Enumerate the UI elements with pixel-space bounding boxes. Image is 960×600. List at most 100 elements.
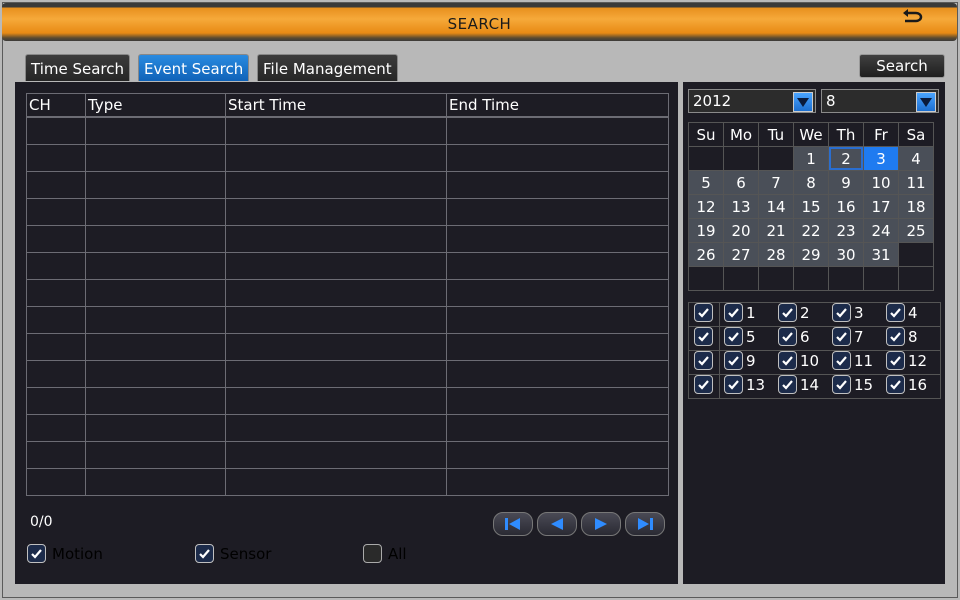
channel-checkbox[interactable]: [832, 303, 851, 322]
channel-item[interactable]: 9: [724, 351, 778, 370]
channel-item[interactable]: 14: [778, 375, 832, 394]
calendar-day[interactable]: 26: [688, 242, 724, 267]
table-row[interactable]: [26, 144, 669, 172]
channel-item[interactable]: 13: [724, 375, 778, 394]
channel-item[interactable]: 11: [832, 351, 886, 370]
channel-checkbox[interactable]: [724, 303, 743, 322]
channel-checkbox[interactable]: [832, 375, 851, 394]
chevron-down-icon[interactable]: [916, 92, 936, 112]
filter-sensor[interactable]: Sensor: [195, 544, 271, 563]
calendar-day[interactable]: 16: [828, 194, 864, 219]
tab-time-search[interactable]: Time Search: [25, 54, 131, 81]
calendar-day[interactable]: 15: [793, 194, 829, 219]
tab-file-management[interactable]: File Management: [257, 54, 398, 81]
calendar-day[interactable]: 3: [863, 146, 899, 171]
channel-item[interactable]: 16: [886, 375, 940, 394]
channel-checkbox[interactable]: [778, 303, 797, 322]
all-checkbox[interactable]: [363, 544, 382, 563]
calendar-day[interactable]: 21: [758, 218, 794, 243]
channel-checkbox[interactable]: [724, 327, 743, 346]
calendar-day[interactable]: 1: [793, 146, 829, 171]
calendar-day[interactable]: 9: [828, 170, 864, 195]
channel-checkbox[interactable]: [832, 327, 851, 346]
channel-item[interactable]: 3: [832, 303, 886, 322]
calendar-day[interactable]: 17: [863, 194, 899, 219]
calendar-day[interactable]: 2: [828, 146, 864, 171]
calendar-day[interactable]: 14: [758, 194, 794, 219]
calendar-day[interactable]: 29: [793, 242, 829, 267]
channel-item[interactable]: 12: [886, 351, 940, 370]
motion-checkbox[interactable]: [27, 544, 46, 563]
first-page-button[interactable]: [493, 512, 533, 536]
chevron-down-icon[interactable]: [793, 92, 813, 112]
row-all-checkbox[interactable]: [694, 375, 713, 394]
table-row[interactable]: [26, 306, 669, 334]
channel-item[interactable]: 2: [778, 303, 832, 322]
table-row[interactable]: [26, 360, 669, 388]
table-row[interactable]: [26, 441, 669, 469]
calendar-day[interactable]: 20: [723, 218, 759, 243]
channel-checkbox[interactable]: [724, 375, 743, 394]
calendar-day[interactable]: 24: [863, 218, 899, 243]
table-row[interactable]: [26, 414, 669, 442]
year-select[interactable]: 2012: [688, 89, 816, 113]
calendar-day[interactable]: 7: [758, 170, 794, 195]
calendar-day[interactable]: 4: [898, 146, 934, 171]
table-row[interactable]: [26, 171, 669, 199]
table-row[interactable]: [26, 116, 669, 145]
calendar-day[interactable]: 18: [898, 194, 934, 219]
month-select[interactable]: 8: [821, 89, 939, 113]
channel-checkbox[interactable]: [886, 351, 905, 370]
channel-checkbox[interactable]: [832, 351, 851, 370]
filter-all[interactable]: All: [363, 544, 407, 563]
calendar-day[interactable]: 11: [898, 170, 934, 195]
channel-item[interactable]: 6: [778, 327, 832, 346]
calendar-day[interactable]: 30: [828, 242, 864, 267]
table-row[interactable]: [26, 333, 669, 361]
calendar-day[interactable]: 28: [758, 242, 794, 267]
channel-item[interactable]: 1: [724, 303, 778, 322]
last-page-button[interactable]: [625, 512, 665, 536]
channel-item[interactable]: 10: [778, 351, 832, 370]
tab-event-search[interactable]: Event Search: [138, 54, 250, 81]
channel-item[interactable]: 4: [886, 303, 940, 322]
channel-checkbox[interactable]: [778, 327, 797, 346]
calendar-day[interactable]: 10: [863, 170, 899, 195]
calendar-day[interactable]: 13: [723, 194, 759, 219]
back-icon[interactable]: [901, 9, 923, 27]
calendar-day[interactable]: 6: [723, 170, 759, 195]
calendar-day[interactable]: 8: [793, 170, 829, 195]
previous-page-button[interactable]: [537, 512, 577, 536]
channel-item[interactable]: 15: [832, 375, 886, 394]
calendar-day[interactable]: 25: [898, 218, 934, 243]
channel-checkbox[interactable]: [886, 303, 905, 322]
calendar-day[interactable]: 12: [688, 194, 724, 219]
calendar-day[interactable]: 22: [793, 218, 829, 243]
table-row[interactable]: [26, 468, 669, 496]
calendar-day[interactable]: 19: [688, 218, 724, 243]
sensor-checkbox[interactable]: [195, 544, 214, 563]
channel-checkbox[interactable]: [778, 375, 797, 394]
table-row[interactable]: [26, 225, 669, 253]
channel-item[interactable]: 5: [724, 327, 778, 346]
row-all-checkbox[interactable]: [694, 351, 713, 370]
calendar-day[interactable]: 23: [828, 218, 864, 243]
channel-item[interactable]: 8: [886, 327, 940, 346]
calendar-day[interactable]: 31: [863, 242, 899, 267]
channel-checkbox[interactable]: [886, 327, 905, 346]
calendar-day[interactable]: 27: [723, 242, 759, 267]
channel-checkbox[interactable]: [724, 351, 743, 370]
table-row[interactable]: [26, 198, 669, 226]
next-page-button[interactable]: [581, 512, 621, 536]
filter-motion[interactable]: Motion: [27, 544, 103, 563]
table-row[interactable]: [26, 387, 669, 415]
channel-checkbox[interactable]: [886, 375, 905, 394]
row-all-checkbox[interactable]: [694, 327, 713, 346]
calendar-day[interactable]: 5: [688, 170, 724, 195]
table-row[interactable]: [26, 279, 669, 307]
channel-item[interactable]: 7: [832, 327, 886, 346]
table-row[interactable]: [26, 252, 669, 280]
search-button[interactable]: Search: [859, 54, 945, 78]
row-all-checkbox[interactable]: [694, 303, 713, 322]
channel-checkbox[interactable]: [778, 351, 797, 370]
